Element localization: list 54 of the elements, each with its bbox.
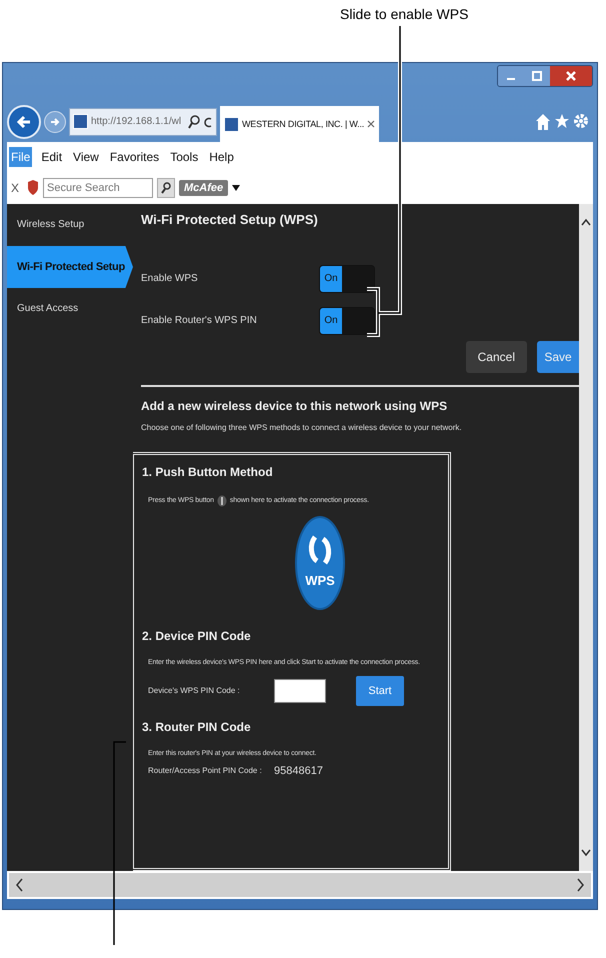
sidebar-item[interactable]: Guest Access [7,294,133,324]
cancel-button[interactable]: Cancel [466,340,527,373]
menu-item[interactable]: Favorites [108,147,162,168]
toggle-switch[interactable]: On [319,306,375,335]
wps-button[interactable]: WPS [295,514,345,611]
site-icon [224,116,239,132]
search-icon[interactable] [157,178,176,198]
callout-label: Slide to enable WPS [340,6,468,22]
close-icon[interactable] [550,66,592,86]
method-title: 3. Router PIN Code [142,720,252,734]
start-button[interactable]: Start [356,676,404,706]
forward-icon[interactable] [44,110,66,133]
home-icon[interactable] [535,112,551,131]
browser-tab[interactable]: WESTERN DIGITAL, INC. | W... [220,106,380,142]
vertical-scrollbar[interactable] [579,204,593,872]
sidebar-item[interactable]: Wireless Setup [7,210,133,240]
pin-input-field[interactable] [274,678,326,703]
scroll-up-icon[interactable] [581,218,591,226]
minimize-icon[interactable] [498,66,524,86]
refresh-icon[interactable] [203,114,213,129]
close-toolbar-button[interactable]: X [11,181,20,196]
toggle-label: Enable WPS [141,273,199,284]
section-title: Add a new wireless device to this network using WPS [141,398,448,413]
search-icon[interactable] [188,114,200,129]
back-icon[interactable] [7,104,41,139]
address-bar[interactable]: http://192.168.1.1/wl [69,108,217,136]
menu-item[interactable]: View [71,147,101,168]
section-description: Choose one of following three WPS methods to connect a wireless device to your network. [141,422,463,432]
scroll-left-icon[interactable] [15,878,23,892]
menu-item[interactable]: Help [207,147,236,168]
toggle-label: Enable Router's WPS PIN [141,315,258,326]
wps-icon [216,494,227,507]
search-field[interactable]: Secure Search [43,178,154,198]
sidebar-item[interactable]: Wi-Fi Protected Setup [7,246,133,288]
pin-value: 95848617 [274,764,323,777]
menu-item[interactable]: Tools [168,147,200,168]
dropdown-icon[interactable] [232,185,240,192]
site-icon [73,114,88,130]
page-title: Wi-Fi Protected Setup (WPS) [141,212,319,227]
method-title: 1. Push Button Method [142,464,274,479]
method-title: 2. Device PIN Code [142,628,252,643]
star-icon[interactable] [554,112,570,129]
menu-item[interactable]: Edit [39,147,64,168]
settings-icon[interactable] [573,112,589,129]
scroll-down-icon[interactable] [581,849,591,858]
horizontal-scrollbar[interactable] [7,871,593,899]
field-label: Device's WPS PIN Code : [148,686,241,696]
shield-icon [27,180,40,196]
toggle-switch[interactable]: On [319,264,375,293]
scroll-right-icon[interactable] [577,878,585,892]
close-icon[interactable] [367,120,376,128]
maximize-icon[interactable] [524,66,550,86]
mcafee-badge[interactable]: McAfee [179,180,228,196]
field-label: Router/Access Point PIN Code : [148,766,263,776]
